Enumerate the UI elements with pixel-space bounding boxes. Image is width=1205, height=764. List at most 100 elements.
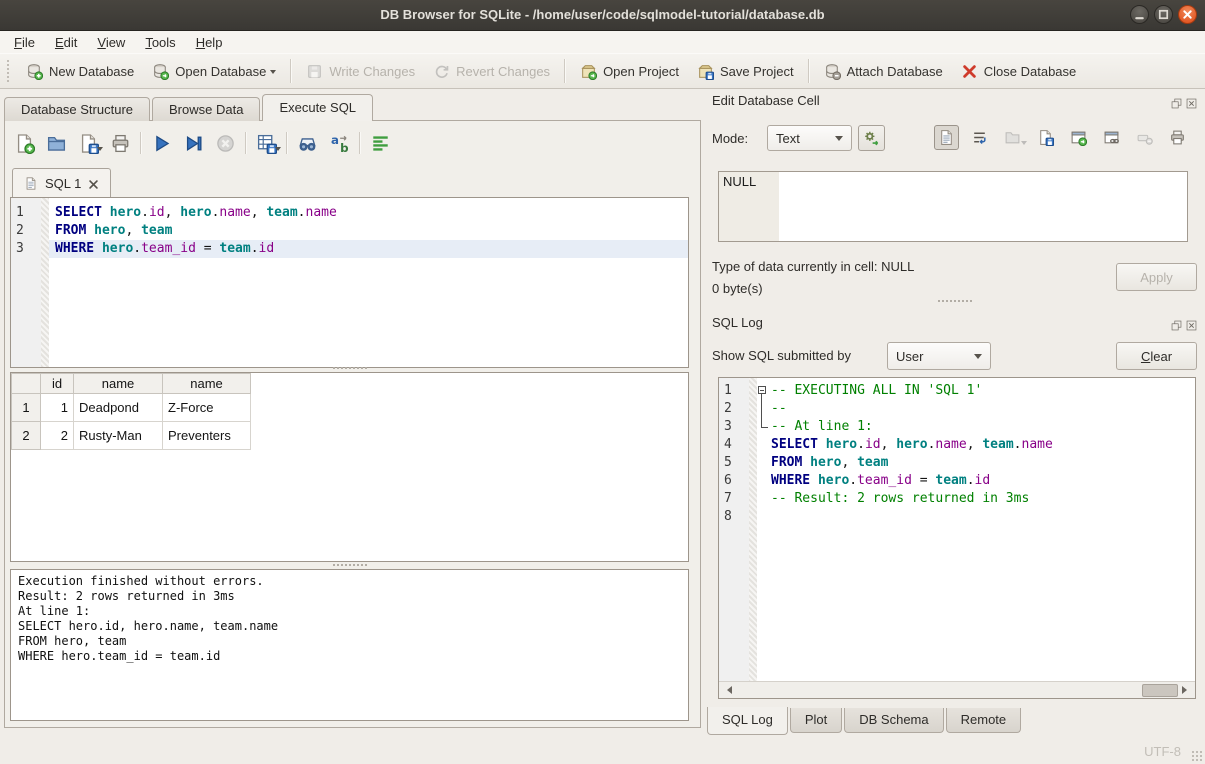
open-project-button[interactable]: Open Project	[571, 59, 688, 84]
dock-tab-remote[interactable]: Remote	[946, 708, 1022, 733]
results-grid: idnamename11DeadpondZ-Force22Rusty-ManPr…	[10, 372, 689, 562]
toolbar-drag-handle[interactable]	[6, 59, 11, 83]
copy-link-icon[interactable]	[1099, 125, 1124, 150]
execute-line-icon[interactable]	[183, 133, 204, 154]
toolbar-separator	[808, 59, 810, 83]
grid-cell[interactable]: Deadpond	[74, 394, 163, 422]
tab-browse-data[interactable]: Browse Data	[152, 97, 260, 121]
tab-execute-sql[interactable]: Execute SQL	[262, 94, 373, 121]
row-header[interactable]: 2	[12, 422, 41, 450]
panel-float-icon[interactable]	[1171, 318, 1182, 329]
close-database-icon	[961, 63, 978, 80]
edit-cell-toolbar	[934, 125, 1190, 150]
fold-marker-icon[interactable]	[757, 382, 771, 400]
row-header[interactable]: 1	[12, 394, 41, 422]
attach-database-icon	[824, 63, 841, 80]
log-filter-select[interactable]: User	[887, 342, 991, 370]
mode-select[interactable]: Text	[767, 125, 852, 151]
resize-grip[interactable]	[1191, 750, 1202, 761]
autocomplete-icon[interactable]: ab	[329, 133, 350, 154]
gear-apply-icon	[862, 129, 881, 147]
menu-help[interactable]: Help	[186, 33, 233, 52]
cell-value: NULL	[723, 174, 756, 189]
line-number: 7	[719, 490, 749, 508]
find-replace-icon[interactable]	[297, 133, 318, 154]
table-row: 11DeadpondZ-Force	[12, 394, 251, 422]
window-controls	[1130, 5, 1197, 24]
export-results-icon[interactable]	[256, 133, 277, 154]
splitter-editor-results[interactable]	[10, 365, 689, 371]
scroll-right-icon[interactable]	[1179, 682, 1195, 697]
format-sql-icon[interactable]	[370, 133, 391, 154]
new-database-button[interactable]: New Database	[17, 59, 143, 84]
grid-cell[interactable]: 1	[41, 394, 74, 422]
sql-log-code[interactable]: 1-- EXECUTING ALL IN 'SQL 1'2--3-- At li…	[719, 378, 1195, 682]
grid-cell[interactable]: Z-Force	[163, 394, 251, 422]
word-wrap-icon[interactable]	[967, 125, 992, 150]
grid-corner[interactable]	[12, 374, 41, 394]
print-icon[interactable]	[1165, 125, 1190, 150]
revert-changes-icon	[433, 63, 450, 80]
grid-cell[interactable]: Rusty-Man	[74, 422, 163, 450]
titlebar: DB Browser for SQLite - /home/user/code/…	[0, 0, 1205, 31]
clear-log-button[interactable]: Clear	[1116, 342, 1197, 370]
column-header-name[interactable]: name	[163, 374, 251, 394]
execute-all-icon[interactable]	[151, 133, 172, 154]
toolbar-separator	[359, 132, 361, 154]
menu-edit[interactable]: Edit	[45, 33, 87, 52]
tab-database-structure[interactable]: Database Structure	[4, 97, 150, 121]
auto-apply-mode-button[interactable]	[858, 125, 885, 151]
close-icon[interactable]	[1178, 5, 1197, 24]
code-line: 2FROM hero, team	[11, 222, 688, 240]
splitter-results-message[interactable]	[10, 562, 689, 568]
splitter-dock[interactable]	[705, 300, 1205, 302]
save-sql-file-icon[interactable]	[78, 133, 99, 154]
dock-tab-db-schema[interactable]: DB Schema	[844, 708, 943, 733]
text-mode-icon[interactable]	[934, 125, 959, 150]
code-line: 2--	[719, 400, 1195, 418]
code-line: 4SELECT hero.id, hero.name, team.name	[719, 436, 1195, 454]
dock-tab-sql-log[interactable]: SQL Log	[707, 707, 788, 735]
open-project-icon	[580, 63, 597, 80]
new-tab-icon[interactable]	[14, 133, 35, 154]
dropdown-arrow-icon[interactable]	[270, 70, 276, 77]
tab-close-icon[interactable]	[88, 178, 99, 189]
fold-marker-icon[interactable]	[757, 400, 771, 418]
panel-float-icon[interactable]	[1171, 96, 1182, 107]
save-project-icon	[697, 63, 714, 80]
menu-view[interactable]: View	[87, 33, 135, 52]
scroll-left-icon[interactable]	[719, 682, 735, 697]
scrollbar-thumb[interactable]	[1142, 684, 1178, 697]
execute-sql-pane: ab SQL 1 1SELECT hero.id, hero.name, tea…	[4, 120, 701, 728]
table-row: 22Rusty-ManPreventers	[12, 422, 251, 450]
open-sql-file-icon[interactable]	[46, 133, 67, 154]
sql-editor-tab[interactable]: SQL 1	[12, 168, 111, 197]
close-database-button[interactable]: Close Database	[952, 59, 1086, 84]
revert-changes-button: Revert Changes	[424, 59, 559, 84]
minimize-icon[interactable]	[1130, 5, 1149, 24]
menu-file[interactable]: File	[4, 33, 45, 52]
cell-value-editor[interactable]: NULL	[718, 171, 1188, 242]
log-hscrollbar[interactable]	[719, 681, 1195, 698]
svg-text:a: a	[331, 133, 339, 147]
open-database-icon	[152, 63, 169, 80]
print-icon[interactable]	[110, 133, 131, 154]
grid-cell[interactable]: 2	[41, 422, 74, 450]
open-database-button[interactable]: Open Database	[143, 59, 285, 84]
column-header-id[interactable]: id	[41, 374, 74, 394]
maximize-icon[interactable]	[1154, 5, 1173, 24]
save-project-button[interactable]: Save Project	[688, 59, 803, 84]
column-header-name[interactable]: name	[74, 374, 163, 394]
dock-tab-plot[interactable]: Plot	[790, 708, 842, 733]
panel-close-icon[interactable]	[1186, 96, 1197, 107]
export-data-icon[interactable]	[1033, 125, 1058, 150]
sql-tab-label: SQL 1	[45, 176, 81, 191]
panel-close-icon[interactable]	[1186, 318, 1197, 329]
sql-editor[interactable]: 1SELECT hero.id, hero.name, team.name2FR…	[10, 197, 689, 368]
fold-marker-icon[interactable]	[757, 418, 771, 436]
open-external-icon[interactable]	[1066, 125, 1091, 150]
attach-database-button[interactable]: Attach Database	[815, 59, 952, 84]
grid-cell[interactable]: Preventers	[163, 422, 251, 450]
menu-tools[interactable]: Tools	[135, 33, 185, 52]
import-data-icon	[1000, 125, 1025, 150]
